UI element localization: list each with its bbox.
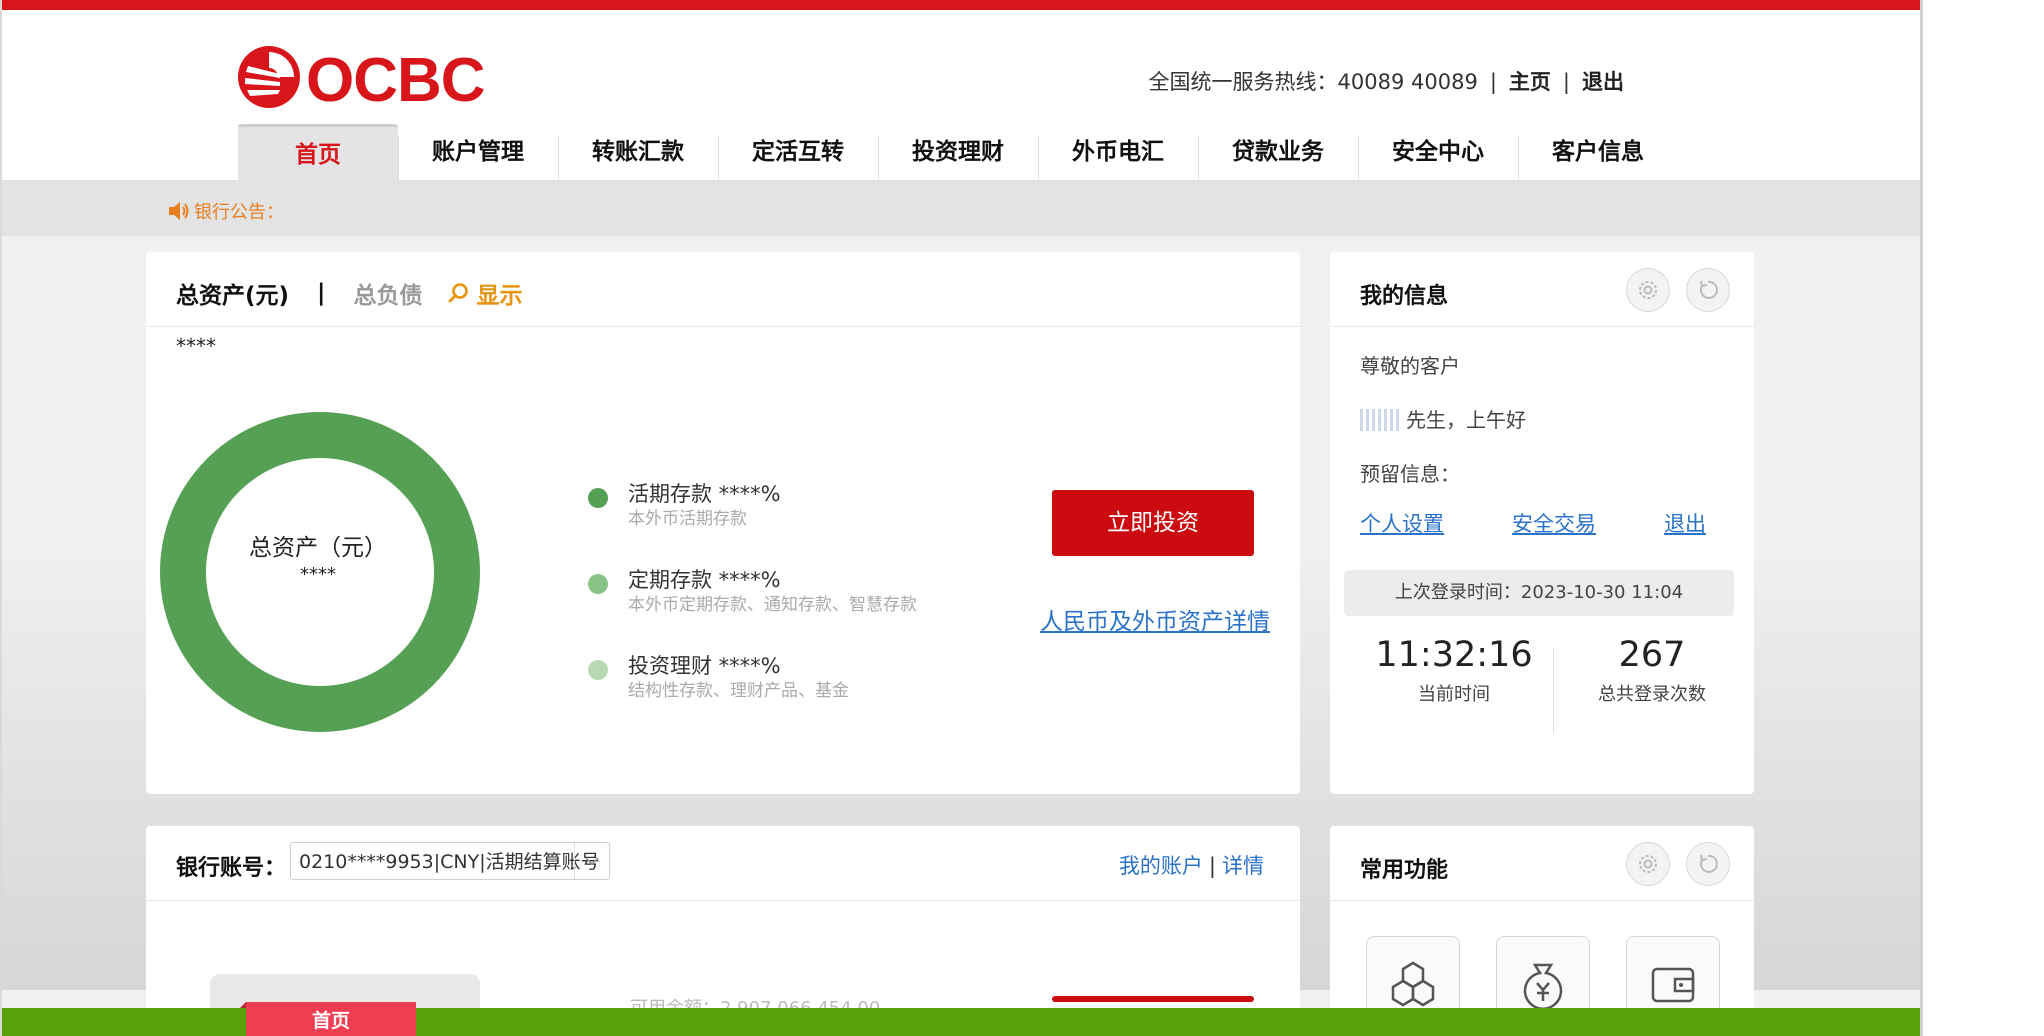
stat-divider [1553,648,1554,734]
refresh-icon [1699,280,1718,299]
bank-notice[interactable]: 银行公告： [168,198,284,224]
ocbc-emblem-icon [238,46,300,108]
asset-overview-card: 总资产(元) | 总负债 显示 **** 总资产（元） **** 活期存款 **… [146,252,1300,794]
refresh-icon [1699,854,1718,873]
account-action-button[interactable] [1052,996,1254,1002]
current-time-stat: 11:32:16 当前时间 [1364,634,1544,706]
secure-transaction-link[interactable]: 安全交易 [1512,508,1596,538]
masked-name [1360,409,1400,431]
my-info-card: 我的信息 尊敬的客户 先生，上午好 预留信息： 个人设置 安全交易 退出 上次登… [1330,252,1754,794]
bottom-home-tab[interactable]: 首页 [240,1002,416,1036]
account-select[interactable]: 0210****9953|CNY|活期结算账号 [290,842,610,880]
common-functions-title: 常用功能 [1360,858,1449,883]
legend-subtitle: 本外币定期存款、通知存款、智慧存款 [628,595,917,615]
info-logout-link[interactable]: 退出 [1664,508,1706,538]
chevron-down-icon [574,843,609,879]
name-greeting: 先生，上午好 [1406,408,1526,432]
refresh-button[interactable] [1686,268,1730,312]
login-count: 267 [1618,635,1686,675]
legend-dot [588,574,608,594]
settings-button[interactable] [1626,268,1670,312]
common-functions-card: 常用功能 [1330,826,1754,1036]
invest-now-button[interactable]: 立即投资 [1052,490,1254,556]
functions-refresh-button[interactable] [1686,842,1730,886]
separator: | [1489,70,1497,94]
asset-details-link[interactable]: 人民币及外币资产详情 [1040,602,1270,636]
nav-item-customer-info[interactable]: 客户信息 [1518,124,1678,180]
separator: | [1562,70,1570,94]
main-nav: 首页 账户管理 转账汇款 定活互转 投资理财 外币电汇 贷款业务 安全中心 客户… [238,124,1678,180]
selected-account: 0210****9953|CNY|活期结算账号 [299,851,600,873]
home-link[interactable]: 主页 [1509,70,1551,94]
gear-icon [1639,855,1657,873]
legend-dot [588,488,608,508]
current-time: 11:32:16 [1375,635,1533,675]
ocbc-logo[interactable]: OCBC [236,44,488,115]
speaker-icon [169,202,189,220]
current-time-label: 当前时间 [1418,684,1490,705]
legend-dot [588,660,608,680]
account-links: 我的账户 | 详情 [1119,850,1264,880]
legend-subtitle: 结构性存款、理财产品、基金 [628,681,849,701]
personal-settings-link[interactable]: 个人设置 [1360,508,1444,538]
donut-title: 总资产（元） [249,535,387,561]
top-links: 全国统一服务热线：40089 40089 | 主页 | 退出 [1149,66,1624,96]
wallet-icon [1651,967,1695,1003]
nav-item-security-center[interactable]: 安全中心 [1358,124,1518,180]
show-label: 显示 [476,283,523,309]
functions-settings-button[interactable] [1626,842,1670,886]
separator: | [1208,854,1216,878]
my-info-title: 我的信息 [1360,284,1449,309]
app-frame: OCBC 全国统一服务热线：40089 40089 | 主页 | 退出 首页 账户管理 … [0,0,1923,1036]
money-bag-icon [1523,963,1563,1010]
nav-item-account-management[interactable]: 账户管理 [398,124,558,180]
tab-separator: | [317,280,326,306]
notice-bar [2,180,1920,236]
greeting-text: 尊敬的客户 [1360,354,1460,378]
customer-name-line: 先生，上午好 [1360,404,1526,433]
logout-link[interactable]: 退出 [1582,70,1624,94]
notice-label: 银行公告： [194,202,284,223]
reserved-info-label: 预留信息： [1360,462,1460,486]
legend-subtitle: 本外币活期存款 [628,509,747,529]
search-icon [449,283,469,303]
my-accounts-link[interactable]: 我的账户 [1119,854,1203,878]
tab-total-assets[interactable]: 总资产(元) [176,276,289,310]
asset-tabs: 总资产(元) | 总负债 显示 [176,276,522,310]
gear-icon [1639,281,1657,299]
nav-item-transfer[interactable]: 转账汇款 [558,124,718,180]
bank-account-label: 银行账号： [176,856,287,881]
login-count-stat: 267 总共登录次数 [1562,634,1742,706]
nav-item-loans[interactable]: 贷款业务 [1198,124,1358,180]
nav-item-foreign-remittance[interactable]: 外币电汇 [1038,124,1198,180]
hotline-text: 全国统一服务热线：40089 40089 [1148,70,1478,94]
cubes-icon [1391,961,1435,1007]
nav-item-home[interactable]: 首页 [238,124,398,180]
nav-item-investment[interactable]: 投资理财 [878,124,1038,180]
login-count-label: 总共登录次数 [1598,684,1706,705]
donut-value: **** [300,564,336,585]
nav-item-deposit-conversion[interactable]: 定活互转 [718,124,878,180]
account-details-link[interactable]: 详情 [1222,854,1264,878]
last-login-time: 上次登录时间：2023-10-30 11:04 [1344,570,1734,616]
show-amount-button[interactable]: 显示 [448,276,522,310]
brand-name: OCBC [306,46,486,115]
top-accent-line [2,0,1920,10]
masked-total: **** [176,334,216,358]
tab-total-debt[interactable]: 总负债 [353,276,422,310]
